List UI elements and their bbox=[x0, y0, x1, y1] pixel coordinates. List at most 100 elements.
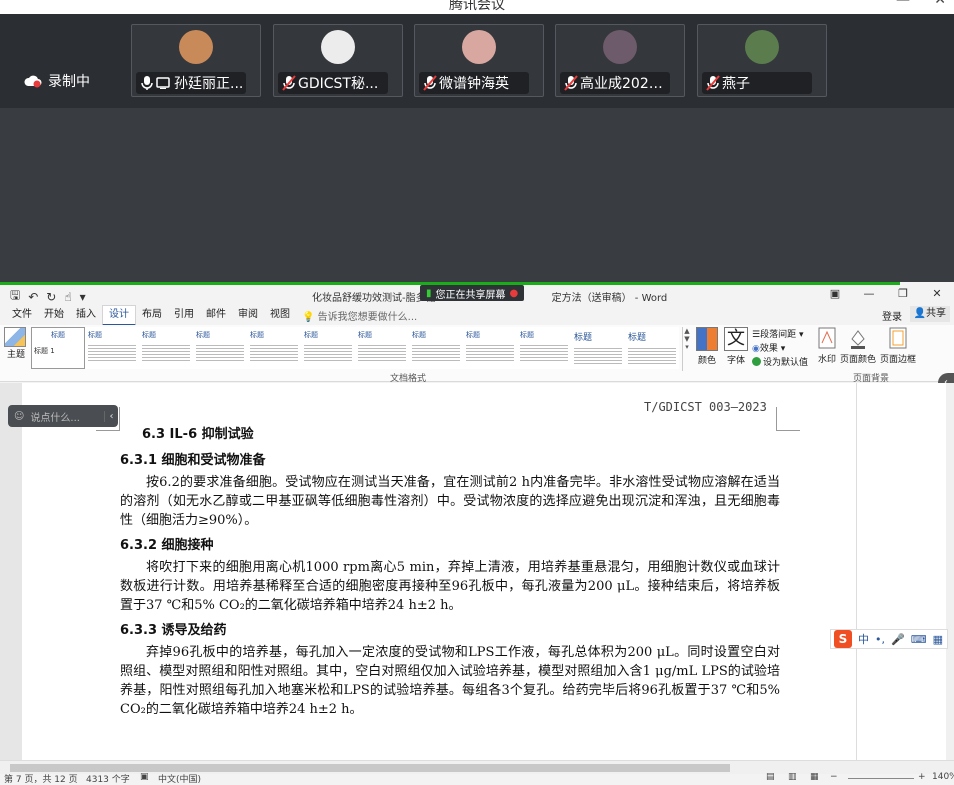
minimize-icon[interactable]: — bbox=[896, 0, 910, 8]
page-count[interactable]: 第 7 页，共 12 页 bbox=[4, 772, 78, 785]
close-icon[interactable]: ✕ bbox=[920, 285, 954, 303]
set-default-button[interactable]: 设为默认值 bbox=[752, 356, 808, 370]
style-thumb[interactable]: 标题 bbox=[193, 327, 247, 369]
recording-indicator[interactable]: 录制中 bbox=[24, 71, 90, 91]
tell-me-search[interactable]: 💡 告诉我您想要做什么... bbox=[302, 308, 417, 323]
paragraph: 按6.2的要求准备细胞。受试物应在测试当天准备，宜在测试前2 h内准备完毕。非水… bbox=[120, 475, 780, 528]
undo-icon[interactable]: ↶ bbox=[28, 290, 38, 304]
fonts-button[interactable]: 文 字体 bbox=[724, 327, 748, 366]
meeting-title: 腾讯会议 bbox=[449, 0, 505, 13]
read-mode-icon[interactable]: ▤ bbox=[766, 772, 775, 782]
document-body: 6.3 IL-6 抑制试验 6.3.1 细胞和受试物准备 按6.2的要求准备细胞… bbox=[120, 423, 780, 723]
style-thumb[interactable]: 标题 bbox=[463, 327, 517, 369]
restore-icon[interactable]: ❐ bbox=[886, 285, 920, 303]
ime-toolbar[interactable]: S 中 •, 🎤 ⌨ ▦ bbox=[830, 629, 948, 649]
customize-toolbar-icon[interactable]: ▾ bbox=[80, 290, 86, 304]
themes-button[interactable]: 主题 bbox=[4, 327, 28, 360]
save-icon[interactable]: 🖫 bbox=[10, 286, 20, 307]
participant-tile[interactable]: 燕子 bbox=[697, 24, 827, 97]
person-icon: 👤 bbox=[913, 308, 926, 319]
avatar bbox=[603, 30, 637, 64]
stop-share-icon[interactable]: ● bbox=[510, 288, 519, 299]
watermark-button[interactable]: 水印 bbox=[818, 327, 836, 365]
effects-button[interactable]: ◉效果 ▾ bbox=[752, 342, 808, 356]
heading-6-3-3: 6.3.3 诱导及给药 bbox=[120, 623, 227, 638]
cloud-record-icon bbox=[24, 75, 42, 88]
style-gallery: 标题 标题 1 标题 标题 标题 标题 标题 标题 标题 标题 标题 标题 标题 bbox=[31, 327, 691, 371]
participant-tile[interactable]: 高业成2022... bbox=[555, 24, 685, 97]
web-layout-icon[interactable]: ▦ bbox=[810, 772, 819, 782]
participant-namebar: 孙廷丽正... bbox=[136, 72, 246, 94]
colors-button[interactable]: 颜色 bbox=[696, 327, 718, 366]
effects-icon: ◉ bbox=[752, 344, 760, 354]
scroll-thumb[interactable] bbox=[10, 764, 730, 772]
proofing-icon[interactable]: ▣ bbox=[140, 772, 149, 782]
share-button[interactable]: 👤共享 bbox=[909, 306, 950, 322]
heading-6-3-1: 6.3.1 细胞和受试物准备 bbox=[120, 453, 266, 468]
print-layout-icon[interactable]: ▥ bbox=[788, 772, 797, 782]
style-thumb[interactable]: 标题 bbox=[571, 327, 625, 369]
page-borders-button[interactable]: 页面边框 bbox=[880, 327, 916, 365]
style-thumb[interactable]: 标题 bbox=[247, 327, 301, 369]
style-thumb[interactable]: 标题 bbox=[517, 327, 571, 369]
touch-mode-icon[interactable]: ☝ bbox=[64, 290, 71, 304]
style-thumb[interactable]: 标题 bbox=[409, 327, 463, 369]
login-link[interactable]: 登录 bbox=[882, 308, 902, 323]
zoom-in-icon[interactable]: + bbox=[918, 772, 926, 782]
participant-namebar: 燕子 bbox=[702, 72, 812, 94]
sharing-badge[interactable]: ▮ 您正在共享屏幕 ● bbox=[420, 285, 525, 301]
style-thumb[interactable]: 标题 bbox=[139, 327, 193, 369]
chat-input[interactable]: ☺ 说点什么... ‹ bbox=[8, 405, 118, 427]
style-thumb[interactable]: 标题 bbox=[85, 327, 139, 369]
tab-home[interactable]: 开始 bbox=[38, 306, 70, 324]
tab-layout[interactable]: 布局 bbox=[136, 306, 168, 324]
screen-share-icon bbox=[156, 77, 170, 89]
close-icon[interactable]: ✕ bbox=[934, 0, 946, 8]
paragraph-spacing-button[interactable]: ☰段落间距 ▾ bbox=[752, 328, 808, 342]
participant-tile[interactable]: GDICST秘... bbox=[273, 24, 403, 97]
zoom-slider[interactable] bbox=[848, 778, 914, 779]
tab-review[interactable]: 审阅 bbox=[232, 306, 264, 324]
word-window: 🖫 ↶ ↻ ☝ ▾ 化妆品舒缓功效测试-脂多糖 定方法（送审稿） - Word ▮… bbox=[0, 282, 954, 785]
participant-namebar: 微谱钟海英 bbox=[419, 72, 529, 94]
ribbon-display-icon[interactable]: ▣ bbox=[818, 285, 852, 303]
emoji-icon[interactable]: ☺ bbox=[14, 411, 24, 422]
tab-design[interactable]: 设计 bbox=[102, 304, 136, 326]
tab-mailings[interactable]: 邮件 bbox=[200, 306, 232, 324]
word-count[interactable]: 4313 个字 bbox=[86, 772, 130, 785]
participant-namebar: GDICST秘... bbox=[278, 72, 388, 94]
zoom-level[interactable]: 140% bbox=[932, 772, 954, 782]
tab-view[interactable]: 视图 bbox=[264, 306, 296, 324]
microphone-muted-icon bbox=[282, 75, 296, 91]
redo-icon[interactable]: ↻ bbox=[46, 290, 56, 304]
vertical-scrollbar[interactable] bbox=[946, 383, 954, 760]
page-right-margin bbox=[856, 383, 946, 760]
keyboard-icon[interactable]: ⌨ bbox=[911, 633, 927, 646]
participant-tile[interactable]: 孙廷丽正... bbox=[131, 24, 261, 97]
collapse-chat-icon[interactable]: ‹ bbox=[104, 410, 118, 422]
punctuation-icon[interactable]: •, bbox=[875, 633, 885, 646]
tab-insert[interactable]: 插入 bbox=[70, 306, 102, 324]
style-thumb[interactable]: 标题 标题 1 bbox=[31, 327, 85, 369]
status-bar: 第 7 页，共 12 页 4313 个字 ▣ 中文(中国) ▤ ▥ ▦ − + … bbox=[0, 772, 954, 785]
paragraph-spacing-group: ☰段落间距 ▾ ◉效果 ▾ 设为默认值 bbox=[752, 328, 808, 370]
tab-file[interactable]: 文件 bbox=[6, 306, 38, 324]
sogou-logo-icon: S bbox=[834, 630, 852, 648]
gallery-scroll[interactable]: ▲ ▼ ▾ bbox=[682, 327, 691, 371]
tab-references[interactable]: 引用 bbox=[168, 306, 200, 324]
style-thumb[interactable]: 标题 bbox=[355, 327, 409, 369]
grid-icon[interactable]: ▦ bbox=[933, 633, 943, 646]
zoom-out-icon[interactable]: − bbox=[830, 772, 838, 782]
document-page[interactable]: T/GDICST 003—2023 6.3 IL-6 抑制试验 6.3.1 细胞… bbox=[22, 383, 856, 760]
voice-icon[interactable]: 🎤 bbox=[891, 633, 905, 646]
ime-mode[interactable]: 中 bbox=[858, 631, 869, 647]
ribbon-tabs: 文件 开始 插入 设计 布局 引用 邮件 审阅 视图 💡 告诉我您想要做什么..… bbox=[0, 304, 954, 326]
minimize-icon[interactable]: — bbox=[852, 285, 886, 303]
participant-tile[interactable]: 微谱钟海英 bbox=[414, 24, 544, 97]
style-thumb[interactable]: 标题 bbox=[625, 327, 679, 369]
themes-icon bbox=[4, 327, 26, 347]
language[interactable]: 中文(中国) bbox=[158, 772, 201, 785]
style-thumb[interactable]: 标题 bbox=[301, 327, 355, 369]
page-color-button[interactable]: 页面颜色 bbox=[840, 327, 876, 365]
ribbon: 主题 标题 标题 1 标题 标题 标题 标题 标题 标题 标题 标题 标题 标题… bbox=[0, 325, 954, 384]
